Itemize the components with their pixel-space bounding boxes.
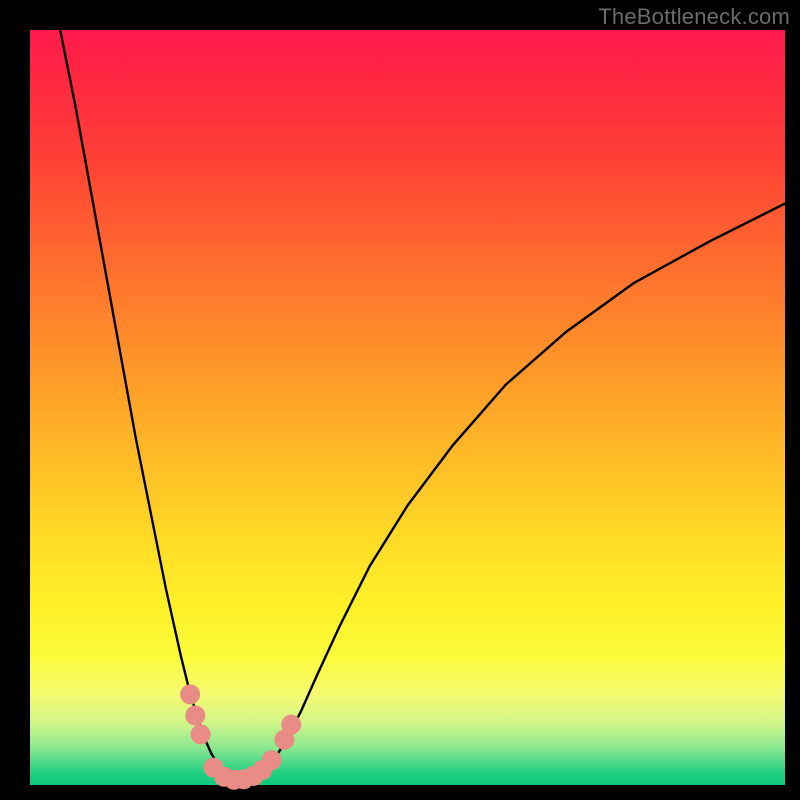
watermark-text: TheBottleneck.com [598, 4, 790, 30]
curve-marker [185, 706, 205, 726]
curve-marker [281, 715, 301, 735]
bottleneck-curve [60, 30, 785, 780]
curve-marker [191, 724, 211, 744]
curve-marker [262, 750, 282, 770]
curve-layer [30, 30, 785, 785]
chart-frame: TheBottleneck.com [0, 0, 800, 800]
curve-marker [180, 684, 200, 704]
curve-markers [180, 684, 301, 789]
